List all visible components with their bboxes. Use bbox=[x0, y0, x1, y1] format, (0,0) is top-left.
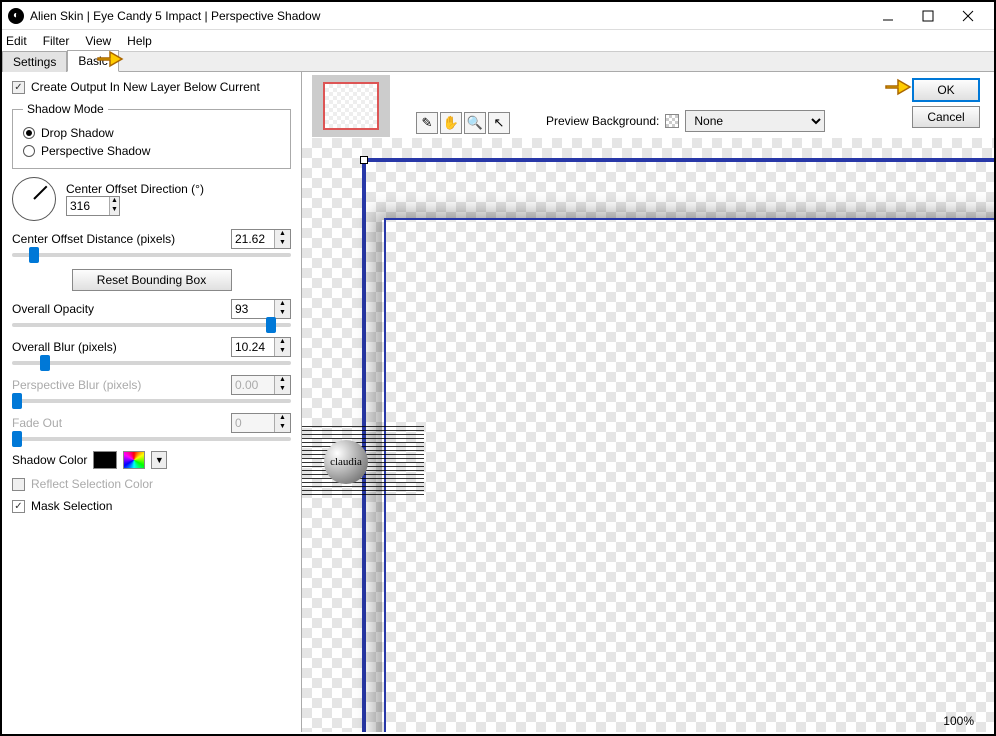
fade-out-spinner: ▲▼ bbox=[231, 413, 291, 433]
reset-bounding-box-button[interactable]: Reset Bounding Box bbox=[72, 269, 232, 291]
color-dropdown[interactable]: ▼ bbox=[151, 451, 167, 469]
watermark: claudia bbox=[302, 426, 424, 496]
tabbar: Settings Basic bbox=[2, 52, 994, 72]
preview-panel: ✎ ✋ 🔍 ↖ Preview Background: None OK Canc… bbox=[302, 72, 994, 732]
spin-up-icon[interactable]: ▲ bbox=[275, 300, 290, 309]
spin-up-icon: ▲ bbox=[275, 376, 290, 385]
inner-frame bbox=[384, 218, 994, 732]
spin-down-icon: ▼ bbox=[275, 385, 290, 394]
overall-opacity-label: Overall Opacity bbox=[12, 302, 231, 316]
spin-down-icon[interactable]: ▼ bbox=[275, 309, 290, 318]
preview-canvas[interactable]: claudia bbox=[302, 138, 994, 732]
preview-background-select[interactable]: None bbox=[685, 110, 825, 132]
mask-selection-label: Mask Selection bbox=[31, 499, 112, 513]
minimize-button[interactable] bbox=[868, 4, 908, 28]
cancel-button[interactable]: Cancel bbox=[912, 106, 980, 128]
direction-spinner[interactable]: ▲▼ bbox=[66, 196, 120, 216]
fade-out-label: Fade Out bbox=[12, 416, 231, 430]
menubar: Edit Filter View Help bbox=[2, 30, 994, 52]
zoom-level: 100% bbox=[943, 714, 974, 728]
spin-down-icon: ▼ bbox=[275, 423, 290, 432]
opacity-slider[interactable] bbox=[12, 323, 291, 327]
opacity-input[interactable] bbox=[232, 300, 274, 318]
reflect-selection-checkbox bbox=[12, 478, 25, 491]
slider-thumb[interactable] bbox=[40, 355, 50, 371]
slider-thumb bbox=[12, 431, 22, 447]
center-offset-distance-label: Center Offset Distance (pixels) bbox=[12, 232, 231, 246]
drop-shadow-label: Drop Shadow bbox=[41, 126, 114, 140]
hand-tool[interactable]: ✋ bbox=[440, 112, 462, 134]
distance-slider[interactable] bbox=[12, 253, 291, 257]
menu-filter[interactable]: Filter bbox=[43, 34, 70, 48]
mask-selection-checkbox[interactable] bbox=[12, 500, 25, 513]
perspective-shadow-radio[interactable] bbox=[23, 145, 35, 157]
preview-thumbnail[interactable] bbox=[323, 82, 379, 130]
perspective-blur-slider bbox=[12, 399, 291, 403]
slider-thumb[interactable] bbox=[266, 317, 276, 333]
sidebar: Create Output In New Layer Below Current… bbox=[2, 72, 302, 732]
shadow-mode-legend: Shadow Mode bbox=[23, 102, 108, 116]
opacity-spinner[interactable]: ▲▼ bbox=[231, 299, 291, 319]
perspective-blur-spinner: ▲▼ bbox=[231, 375, 291, 395]
blur-slider[interactable] bbox=[12, 361, 291, 365]
pointer-hand-icon bbox=[884, 76, 914, 98]
create-output-label: Create Output In New Layer Below Current bbox=[31, 80, 260, 94]
reflect-selection-label: Reflect Selection Color bbox=[31, 477, 153, 491]
spin-down-icon[interactable]: ▼ bbox=[275, 239, 290, 248]
pointer-hand-icon bbox=[96, 48, 126, 70]
app-icon: ◐ bbox=[8, 8, 24, 24]
fade-out-slider bbox=[12, 437, 291, 441]
slider-thumb[interactable] bbox=[29, 247, 39, 263]
slider-thumb bbox=[12, 393, 22, 409]
direction-input[interactable] bbox=[67, 197, 109, 215]
shadow-color-swatch[interactable] bbox=[93, 451, 117, 469]
selection-handle[interactable] bbox=[360, 156, 368, 164]
maximize-button[interactable] bbox=[908, 4, 948, 28]
close-button[interactable] bbox=[948, 4, 988, 28]
bg-swatch-icon bbox=[665, 114, 679, 128]
shadow-color-label: Shadow Color bbox=[12, 453, 87, 467]
blur-spinner[interactable]: ▲▼ bbox=[231, 337, 291, 357]
create-output-checkbox bbox=[12, 81, 25, 94]
menu-edit[interactable]: Edit bbox=[6, 34, 27, 48]
eyedropper-tool[interactable]: ✎ bbox=[416, 112, 438, 134]
perspective-shadow-label: Perspective Shadow bbox=[41, 144, 150, 158]
spin-up-icon: ▲ bbox=[275, 414, 290, 423]
titlebar: ◐ Alien Skin | Eye Candy 5 Impact | Pers… bbox=[2, 2, 994, 30]
distance-spinner[interactable]: ▲▼ bbox=[231, 229, 291, 249]
color-picker-icon[interactable] bbox=[123, 451, 145, 469]
preview-background-label: Preview Background: bbox=[546, 114, 659, 128]
spin-up-icon[interactable]: ▲ bbox=[275, 338, 290, 347]
blur-input[interactable] bbox=[232, 338, 274, 356]
watermark-text: claudia bbox=[324, 440, 368, 484]
menu-help[interactable]: Help bbox=[127, 34, 152, 48]
center-offset-direction-label: Center Offset Direction (°) bbox=[66, 182, 204, 196]
distance-input[interactable] bbox=[232, 230, 274, 248]
thumbnail-holder bbox=[312, 75, 390, 137]
ok-button[interactable]: OK bbox=[912, 78, 980, 102]
spin-up-icon[interactable]: ▲ bbox=[275, 230, 290, 239]
shadow-mode-group: Shadow Mode Drop Shadow Perspective Shad… bbox=[12, 102, 291, 169]
fade-out-input bbox=[232, 414, 274, 432]
perspective-blur-input bbox=[232, 376, 274, 394]
drop-shadow-radio[interactable] bbox=[23, 127, 35, 139]
spin-up-icon[interactable]: ▲ bbox=[110, 197, 119, 206]
tab-settings[interactable]: Settings bbox=[2, 51, 67, 72]
perspective-blur-label: Perspective Blur (pixels) bbox=[12, 378, 231, 392]
direction-dial[interactable] bbox=[12, 177, 56, 221]
menu-view[interactable]: View bbox=[85, 34, 111, 48]
spin-down-icon[interactable]: ▼ bbox=[110, 206, 119, 215]
zoom-tool[interactable]: 🔍 bbox=[464, 112, 486, 134]
pointer-tool[interactable]: ↖ bbox=[488, 112, 510, 134]
spin-down-icon[interactable]: ▼ bbox=[275, 347, 290, 356]
window-title: Alien Skin | Eye Candy 5 Impact | Perspe… bbox=[30, 9, 868, 23]
overall-blur-label: Overall Blur (pixels) bbox=[12, 340, 231, 354]
